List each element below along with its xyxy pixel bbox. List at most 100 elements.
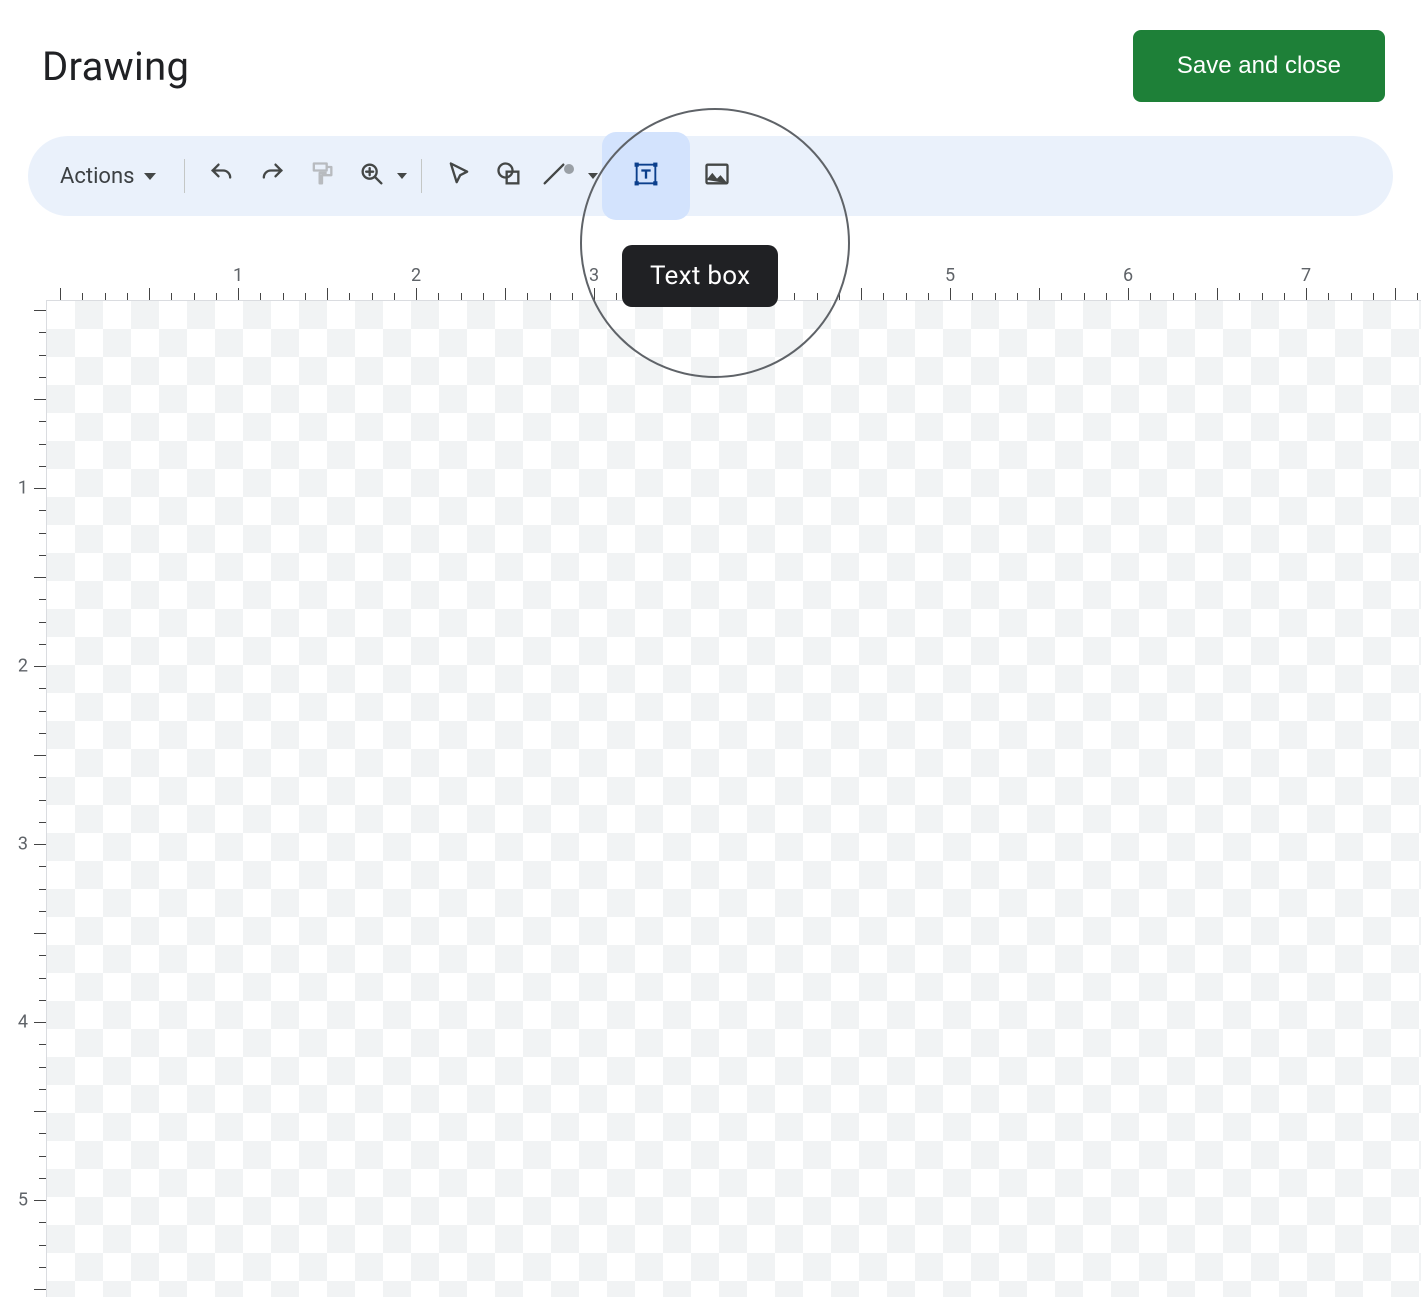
ruler-tick xyxy=(572,293,573,300)
ruler-tick xyxy=(39,444,46,445)
ruler-tick xyxy=(34,844,46,845)
ruler-tick xyxy=(505,288,506,300)
ruler-tick xyxy=(461,293,462,300)
ruler-tick xyxy=(39,622,46,623)
ruler-tick xyxy=(1373,293,1374,300)
actions-menu-label: Actions xyxy=(60,164,134,189)
textbox-tool-button[interactable] xyxy=(602,132,690,220)
ruler-tick xyxy=(794,293,795,300)
undo-button[interactable] xyxy=(199,153,245,199)
ruler-tick xyxy=(1195,293,1196,300)
ruler-tick xyxy=(1017,293,1018,300)
drawing-canvas[interactable] xyxy=(46,300,1421,1297)
ruler-tick xyxy=(39,510,46,511)
ruler-tick xyxy=(527,293,528,300)
ruler-tick xyxy=(39,688,46,689)
ruler-tick xyxy=(39,1044,46,1045)
ruler-tick xyxy=(1417,293,1418,300)
ruler-tick xyxy=(39,1000,46,1001)
ruler-tick xyxy=(1328,293,1329,300)
caret-down-icon xyxy=(144,173,156,180)
ruler-tick xyxy=(438,293,439,300)
caret-down-icon xyxy=(588,173,598,179)
ruler-tick xyxy=(39,1267,46,1268)
ruler-tick xyxy=(105,293,106,300)
ruler-number: 2 xyxy=(18,656,28,677)
ruler-tick xyxy=(950,288,951,300)
ruler-tick xyxy=(616,293,617,300)
ruler-tick xyxy=(39,733,46,734)
ruler-number: 4 xyxy=(18,1012,28,1033)
ruler-tick xyxy=(171,293,172,300)
ruler-tick xyxy=(1395,288,1396,300)
ruler-tick xyxy=(34,755,46,756)
ruler-tick xyxy=(149,288,150,300)
ruler-tick xyxy=(39,911,46,912)
ruler-tick xyxy=(39,1245,46,1246)
ruler-number: 1 xyxy=(18,478,28,499)
actions-menu-button[interactable]: Actions xyxy=(50,154,170,199)
save-and-close-button[interactable]: Save and close xyxy=(1133,30,1385,102)
ruler-tick xyxy=(34,1289,46,1290)
ruler-tick xyxy=(60,288,61,300)
ruler-tick xyxy=(216,293,217,300)
ruler-tick xyxy=(817,293,818,300)
ruler-tick xyxy=(39,332,46,333)
ruler-tick xyxy=(550,293,551,300)
ruler-tick xyxy=(39,978,46,979)
ruler-tick xyxy=(39,955,46,956)
ruler-tick xyxy=(1284,293,1285,300)
image-tool-button[interactable] xyxy=(694,153,740,199)
ruler-tick xyxy=(39,555,46,556)
line-tool-button[interactable] xyxy=(536,153,598,199)
ruler-tick xyxy=(34,1111,46,1112)
zoom-menu-button[interactable] xyxy=(349,153,407,199)
ruler-number: 3 xyxy=(589,265,599,286)
ruler-tick xyxy=(34,310,46,311)
ruler-tick xyxy=(839,293,840,300)
ruler-tick xyxy=(1239,293,1240,300)
ruler-tick xyxy=(39,533,46,534)
ruler-tick xyxy=(1061,293,1062,300)
ruler-tick xyxy=(39,644,46,645)
redo-button[interactable] xyxy=(249,153,295,199)
ruler-tick xyxy=(394,293,395,300)
ruler-tick xyxy=(372,293,373,300)
ruler-tick xyxy=(39,1133,46,1134)
caret-down-icon xyxy=(397,173,407,179)
dialog-title: Drawing xyxy=(42,43,189,90)
dialog-header: Drawing Save and close xyxy=(0,0,1421,128)
ruler-number: 7 xyxy=(1301,265,1311,286)
select-tool-button[interactable] xyxy=(436,153,482,199)
ruler-number: 1 xyxy=(233,265,243,286)
paint-format-icon xyxy=(308,160,336,192)
paint-format-button[interactable] xyxy=(299,153,345,199)
ruler-tick xyxy=(928,293,929,300)
line-endpoint-icon xyxy=(564,164,574,174)
ruler-tick xyxy=(594,288,595,300)
ruler-number: 5 xyxy=(18,1190,28,1211)
ruler-tick xyxy=(349,293,350,300)
select-cursor-icon xyxy=(445,160,473,192)
ruler-tick xyxy=(39,466,46,467)
ruler-tick xyxy=(39,800,46,801)
ruler-tick xyxy=(39,1156,46,1157)
toolbar-separator xyxy=(184,159,185,193)
ruler-tick xyxy=(1106,293,1107,300)
ruler-tick xyxy=(260,293,261,300)
ruler-tick xyxy=(34,666,46,667)
ruler-tick xyxy=(39,1178,46,1179)
ruler-tick xyxy=(39,889,46,890)
ruler-tick xyxy=(34,577,46,578)
undo-icon xyxy=(208,160,236,192)
vertical-ruler: 12345 xyxy=(0,300,46,1297)
ruler-tick xyxy=(995,293,996,300)
ruler-tick xyxy=(883,293,884,300)
ruler-tick xyxy=(39,711,46,712)
ruler-tick xyxy=(1039,288,1040,300)
drawing-toolbar: Actions xyxy=(28,136,1393,216)
ruler-tick xyxy=(1306,288,1307,300)
shape-tool-button[interactable] xyxy=(486,153,532,199)
textbox-icon xyxy=(632,160,660,192)
ruler-tick xyxy=(39,1222,46,1223)
